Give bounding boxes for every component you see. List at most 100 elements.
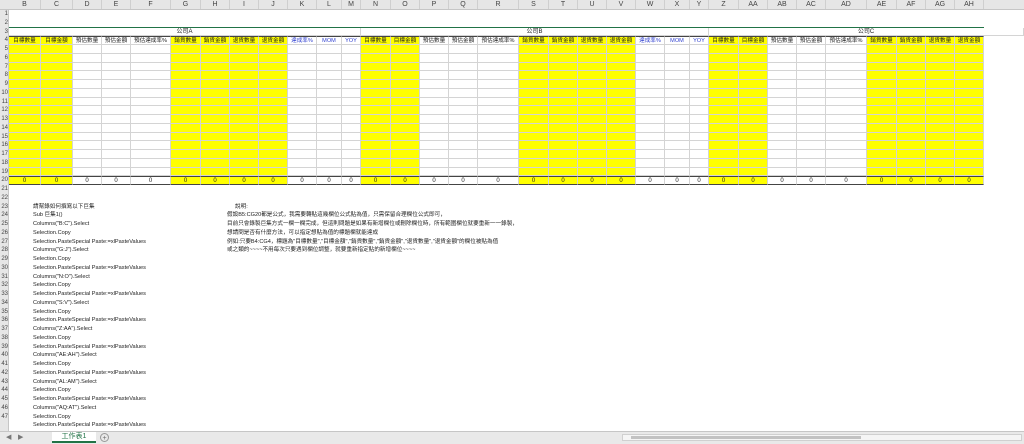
data-cell[interactable] bbox=[826, 80, 867, 89]
data-cell[interactable] bbox=[317, 167, 342, 177]
row-header[interactable]: 30 bbox=[0, 264, 8, 272]
data-cell[interactable] bbox=[897, 62, 926, 72]
data-cell[interactable] bbox=[449, 53, 478, 63]
data-cell[interactable] bbox=[768, 71, 797, 80]
data-cell[interactable] bbox=[768, 53, 797, 63]
total-cell[interactable]: 0 bbox=[607, 176, 636, 185]
data-cell[interactable] bbox=[317, 150, 342, 159]
column-header[interactable]: T bbox=[549, 0, 578, 9]
data-cell[interactable] bbox=[867, 167, 897, 177]
total-cell[interactable]: 0 bbox=[578, 176, 607, 185]
total-cell[interactable]: 0 bbox=[926, 176, 955, 185]
data-cell[interactable] bbox=[665, 97, 690, 107]
row-header[interactable]: 28 bbox=[0, 246, 8, 254]
data-cell[interactable] bbox=[768, 80, 797, 89]
data-cell[interactable] bbox=[230, 132, 259, 142]
data-cell[interactable] bbox=[342, 132, 361, 142]
data-cell[interactable] bbox=[259, 123, 288, 133]
data-cell[interactable] bbox=[739, 106, 768, 115]
data-cell[interactable] bbox=[9, 115, 41, 124]
data-cell[interactable] bbox=[955, 71, 984, 80]
total-cell[interactable]: 0 bbox=[259, 176, 288, 185]
data-cell[interactable] bbox=[665, 123, 690, 133]
scrollbar-thumb[interactable] bbox=[631, 436, 861, 439]
data-cell[interactable] bbox=[317, 158, 342, 168]
row-header[interactable]: 34 bbox=[0, 299, 8, 307]
data-cell[interactable] bbox=[201, 88, 230, 98]
data-cell[interactable] bbox=[361, 115, 391, 124]
data-cell[interactable] bbox=[519, 167, 549, 177]
data-cell[interactable] bbox=[709, 45, 739, 54]
data-cell[interactable] bbox=[449, 141, 478, 150]
data-cell[interactable] bbox=[288, 53, 317, 63]
data-cell[interactable] bbox=[739, 97, 768, 107]
column-title-cell[interactable]: 目標數量 bbox=[361, 36, 391, 45]
data-cell[interactable] bbox=[636, 141, 665, 150]
row-header[interactable]: 4 bbox=[0, 36, 8, 44]
data-cell[interactable] bbox=[391, 45, 420, 54]
data-cell[interactable] bbox=[73, 97, 102, 107]
column-title-cell[interactable]: 預估數量 bbox=[420, 36, 449, 45]
data-cell[interactable] bbox=[690, 71, 709, 80]
data-cell[interactable] bbox=[607, 132, 636, 142]
data-cell[interactable] bbox=[73, 132, 102, 142]
data-cell[interactable] bbox=[797, 45, 826, 54]
data-cell[interactable] bbox=[342, 80, 361, 89]
data-cell[interactable] bbox=[131, 167, 171, 177]
data-cell[interactable] bbox=[288, 132, 317, 142]
data-cell[interactable] bbox=[361, 150, 391, 159]
data-cell[interactable] bbox=[636, 123, 665, 133]
data-cell[interactable] bbox=[607, 106, 636, 115]
data-cell[interactable] bbox=[361, 88, 391, 98]
data-cell[interactable] bbox=[739, 53, 768, 63]
data-cell[interactable] bbox=[259, 53, 288, 63]
column-title-cell[interactable]: MOM bbox=[317, 36, 342, 45]
data-cell[interactable] bbox=[230, 141, 259, 150]
data-cell[interactable] bbox=[768, 106, 797, 115]
data-cell[interactable] bbox=[926, 150, 955, 159]
data-cell[interactable] bbox=[342, 88, 361, 98]
data-cell[interactable] bbox=[317, 97, 342, 107]
data-cell[interactable] bbox=[449, 150, 478, 159]
data-cell[interactable] bbox=[826, 115, 867, 124]
data-cell[interactable] bbox=[317, 141, 342, 150]
data-cell[interactable] bbox=[420, 97, 449, 107]
data-cell[interactable] bbox=[955, 80, 984, 89]
data-cell[interactable] bbox=[288, 158, 317, 168]
data-cell[interactable] bbox=[897, 80, 926, 89]
data-cell[interactable] bbox=[826, 97, 867, 107]
data-cell[interactable] bbox=[797, 167, 826, 177]
column-title-cell[interactable]: YOY bbox=[690, 36, 709, 45]
row-header[interactable]: 11 bbox=[0, 98, 8, 106]
column-header[interactable]: AC bbox=[797, 0, 826, 9]
data-cell[interactable] bbox=[826, 158, 867, 168]
column-title-cell[interactable]: 銷貨數量 bbox=[171, 36, 201, 45]
data-cell[interactable] bbox=[478, 141, 519, 150]
data-cell[interactable] bbox=[449, 45, 478, 54]
data-cell[interactable] bbox=[9, 106, 41, 115]
data-cell[interactable] bbox=[259, 71, 288, 80]
column-header[interactable]: U bbox=[578, 0, 607, 9]
column-header[interactable]: O bbox=[391, 0, 420, 9]
data-cell[interactable] bbox=[449, 97, 478, 107]
column-title-cell[interactable]: 退貨數量 bbox=[578, 36, 607, 45]
data-cell[interactable] bbox=[519, 71, 549, 80]
data-cell[interactable] bbox=[420, 80, 449, 89]
row-header[interactable]: 43 bbox=[0, 378, 8, 386]
data-cell[interactable] bbox=[926, 62, 955, 72]
data-cell[interactable] bbox=[201, 123, 230, 133]
data-cell[interactable] bbox=[41, 106, 73, 115]
data-cell[interactable] bbox=[897, 150, 926, 159]
data-cell[interactable] bbox=[665, 106, 690, 115]
column-header[interactable]: AH bbox=[955, 0, 984, 9]
data-cell[interactable] bbox=[342, 150, 361, 159]
data-cell[interactable] bbox=[926, 115, 955, 124]
data-cell[interactable] bbox=[317, 123, 342, 133]
data-cell[interactable] bbox=[420, 158, 449, 168]
data-cell[interactable] bbox=[420, 106, 449, 115]
data-cell[interactable] bbox=[288, 88, 317, 98]
data-cell[interactable] bbox=[342, 106, 361, 115]
data-cell[interactable] bbox=[636, 45, 665, 54]
data-cell[interactable] bbox=[230, 88, 259, 98]
data-cell[interactable] bbox=[709, 106, 739, 115]
